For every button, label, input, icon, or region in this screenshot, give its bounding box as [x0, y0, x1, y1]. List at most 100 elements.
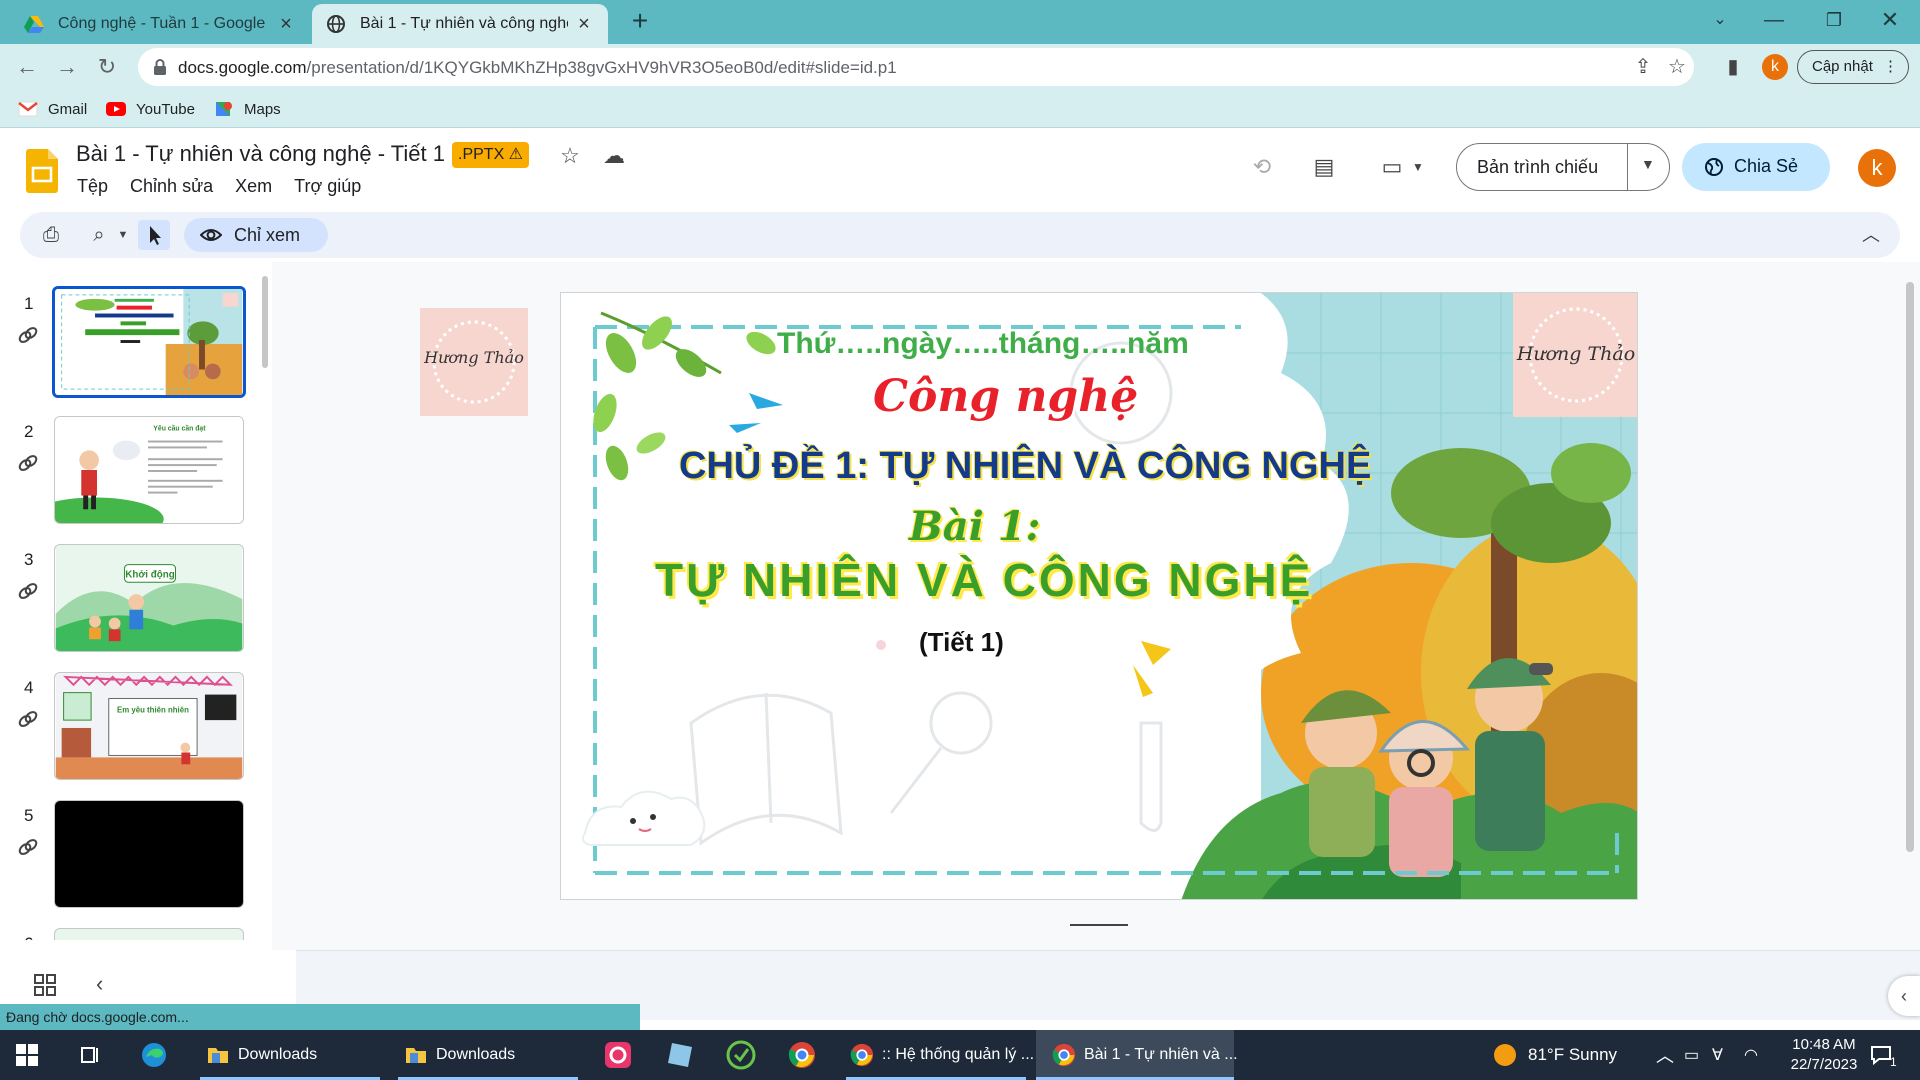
- vpn-icon[interactable]: ∀: [1712, 1030, 1723, 1080]
- slide-thumbnail-1[interactable]: [52, 286, 246, 398]
- current-slide[interactable]: Hương Thảo Thứ…..ngày…..tháng…..năm Công…: [560, 292, 1638, 900]
- app-taskbar-icon[interactable]: [726, 1030, 756, 1080]
- pptx-badge[interactable]: .PPTX ⚠: [452, 142, 530, 168]
- battery-icon[interactable]: ▭: [1684, 1030, 1699, 1080]
- filmstrip-item[interactable]: 4 Em yêu thiên nhiên: [0, 672, 260, 792]
- address-bar[interactable]: docs.google.com/presentation/d/1KQYGkbMK…: [138, 48, 1694, 86]
- star-icon[interactable]: ☆: [556, 142, 584, 170]
- chevron-down-icon[interactable]: ▼: [1404, 153, 1432, 181]
- check-app-icon: [726, 1040, 756, 1070]
- reload-button[interactable]: ↻: [92, 52, 122, 82]
- meet-icon[interactable]: ▭: [1378, 153, 1406, 181]
- slide-subject: Công nghệ: [873, 371, 1139, 422]
- taskbar-downloads-2[interactable]: Downloads: [398, 1030, 578, 1080]
- document-title[interactable]: Bài 1 - Tự nhiên và công nghệ - Tiết 1: [76, 141, 445, 167]
- menu-help[interactable]: Trợ giúp: [294, 176, 361, 197]
- chevron-down-icon[interactable]: ▼: [110, 222, 136, 248]
- new-tab-button[interactable]: +: [624, 6, 656, 38]
- slide-thumbnail-5[interactable]: [54, 800, 244, 908]
- tab-google-drive[interactable]: Công nghệ - Tuần 1 - Google Drive ×: [10, 4, 310, 44]
- cloud-status-icon[interactable]: ☁: [600, 142, 628, 170]
- chevron-left-icon[interactable]: ‹: [96, 972, 116, 996]
- link-icon[interactable]: [16, 324, 40, 346]
- forward-button[interactable]: →: [52, 52, 82, 82]
- print-icon[interactable]: ⎙: [38, 222, 64, 248]
- creative-cloud-taskbar-icon[interactable]: [604, 1030, 632, 1080]
- tab-search-icon[interactable]: ⌄: [1698, 0, 1742, 40]
- zoom-icon[interactable]: ⌕: [86, 222, 112, 248]
- slide-stamp: Hương Thảo: [1513, 293, 1637, 417]
- cursor-icon: [150, 226, 161, 245]
- share-page-icon[interactable]: ⇪: [1632, 56, 1654, 78]
- close-icon[interactable]: ×: [574, 13, 594, 36]
- star-icon[interactable]: ☆: [1666, 56, 1688, 78]
- chevron-left-icon[interactable]: ‹: [1888, 976, 1920, 1016]
- bookmark-gmail[interactable]: Gmail: [18, 98, 87, 120]
- filmstrip-item[interactable]: 5: [0, 800, 260, 920]
- taskbar-chrome-window-2[interactable]: Bài 1 - Tự nhiên và ...: [1036, 1030, 1238, 1080]
- update-button[interactable]: Cập nhật ⋮: [1797, 50, 1909, 84]
- canvas-scrollbar[interactable]: [1906, 282, 1914, 852]
- slide-thumbnail-2[interactable]: Yêu cầu cần đạt: [54, 416, 244, 524]
- slide-number: 5: [24, 806, 34, 825]
- start-button[interactable]: [16, 1030, 38, 1080]
- profile-avatar[interactable]: k: [1762, 54, 1788, 80]
- filmstrip-item[interactable]: 1: [0, 286, 260, 408]
- folder-icon: [208, 1048, 228, 1063]
- slide-thumbnail-6[interactable]: [54, 928, 244, 940]
- minimize-button[interactable]: —: [1752, 0, 1796, 40]
- menu-edit[interactable]: Chỉnh sửa: [130, 176, 213, 197]
- slide-number: 6: [24, 934, 33, 940]
- clock[interactable]: 10:48 AM 22/7/2023: [1776, 1030, 1872, 1080]
- chevron-up-icon[interactable]: ︿: [1656, 1030, 1674, 1080]
- taskbar-chrome-window-1[interactable]: :: Hệ thống quản lý ...: [846, 1030, 1034, 1080]
- account-avatar[interactable]: k: [1858, 149, 1896, 187]
- grid-view-icon[interactable]: [34, 974, 56, 996]
- chevron-up-icon[interactable]: ︿: [1858, 222, 1884, 248]
- notes-taskbar-icon[interactable]: [666, 1030, 694, 1080]
- filmstrip-item[interactable]: 6: [0, 928, 260, 940]
- taskbar-downloads-1[interactable]: Downloads: [200, 1030, 380, 1080]
- share-button[interactable]: Chia Sẻ: [1682, 143, 1830, 191]
- link-icon[interactable]: [16, 452, 40, 474]
- tab-slides[interactable]: Bài 1 - Tự nhiên và công nghệ - Tiết 1 ×: [312, 4, 608, 44]
- bookmark-youtube[interactable]: YouTube: [106, 98, 195, 120]
- wifi-icon[interactable]: ◠: [1744, 1030, 1758, 1080]
- history-icon[interactable]: ⟲: [1248, 153, 1276, 181]
- link-icon[interactable]: [16, 836, 40, 858]
- slide-thumbnail-3[interactable]: Khởi động: [54, 544, 244, 652]
- gmail-icon: [18, 101, 38, 117]
- slide-thumbnail-4[interactable]: Em yêu thiên nhiên: [54, 672, 244, 780]
- slide-thumbnail-image: Em yêu thiên nhiên: [55, 673, 243, 779]
- slide-number: 1: [24, 294, 34, 313]
- filmstrip-item[interactable]: 3 Khởi động: [0, 544, 260, 664]
- bookmark-maps[interactable]: Maps: [214, 98, 281, 120]
- view-only-button[interactable]: Chỉ xem: [184, 218, 328, 252]
- edge-taskbar-icon[interactable]: [140, 1030, 168, 1080]
- filmstrip-item[interactable]: 2 Yêu cầu cần đạt: [0, 416, 260, 536]
- youtube-icon: [106, 102, 126, 116]
- link-icon[interactable]: [16, 708, 40, 730]
- filmstrip-scrollbar[interactable]: [262, 276, 268, 368]
- back-button[interactable]: ←: [12, 52, 42, 82]
- close-icon[interactable]: ×: [276, 13, 296, 36]
- notepad-icon: [668, 1043, 692, 1067]
- task-view-button[interactable]: [78, 1030, 100, 1080]
- side-panel-icon[interactable]: ▮: [1722, 56, 1744, 78]
- slide-number: 2: [24, 422, 34, 441]
- menu-file[interactable]: Tệp: [77, 176, 108, 197]
- chrome-taskbar-icon[interactable]: [788, 1030, 816, 1080]
- select-tool-button[interactable]: [138, 220, 170, 250]
- slideshow-button[interactable]: Bản trình chiếu ▼: [1456, 143, 1670, 191]
- menu-view[interactable]: Xem: [235, 176, 272, 197]
- slide-resize-handle[interactable]: [1070, 924, 1128, 926]
- chevron-down-icon[interactable]: ▼: [1641, 156, 1655, 172]
- slides-header: Bài 1 - Tự nhiên và công nghệ - Tiết 1 .…: [0, 129, 1920, 209]
- notifications-button[interactable]: 1: [1870, 1030, 1897, 1080]
- link-icon[interactable]: [16, 580, 40, 602]
- close-window-button[interactable]: ✕: [1868, 0, 1912, 40]
- weather-widget[interactable]: 81°F Sunny: [1492, 1030, 1617, 1080]
- slides-logo-icon: [26, 149, 58, 193]
- maximize-button[interactable]: ❐: [1812, 0, 1856, 40]
- comments-icon[interactable]: ▤: [1310, 153, 1338, 181]
